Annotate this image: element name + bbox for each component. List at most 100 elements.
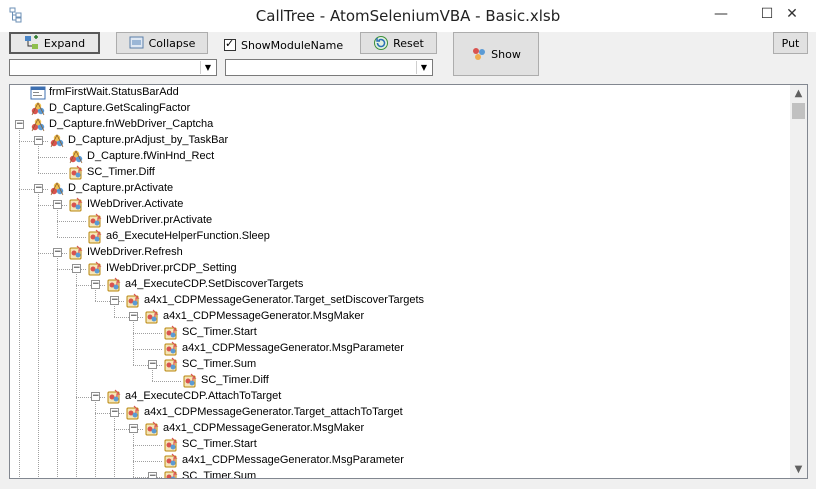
tree-node-label: IWebDriver.Activate xyxy=(87,198,184,210)
tree-node-label: D_Capture.fWinHnd_Rect xyxy=(87,150,215,162)
scroll-down-icon[interactable]: ▼ xyxy=(790,461,807,478)
tree-node-label: SC_Timer.Start xyxy=(182,438,257,450)
tree-node[interactable]: − a4x1_CDPMessageGenerator.MsgMaker xyxy=(10,309,790,325)
class-module-icon xyxy=(68,245,84,261)
tree-node[interactable]: − a4x1_CDPMessageGenerator.Target_attachT… xyxy=(10,405,790,421)
close-button[interactable]: ✕ xyxy=(768,0,816,30)
class-module-icon xyxy=(163,437,179,453)
tree-node-label: D_Capture.prActivate xyxy=(68,182,174,194)
tree-node-label: SC_Timer.Sum xyxy=(182,470,257,479)
module-filter-combo[interactable]: ▼ xyxy=(9,59,217,76)
class-module-icon xyxy=(144,421,160,437)
minimize-button[interactable]: — xyxy=(698,0,744,30)
tree-node[interactable]: SC_Timer.Diff xyxy=(10,165,790,181)
tree-node-label: SC_Timer.Diff xyxy=(201,374,269,386)
tree-node[interactable]: − D_Capture.prActivate xyxy=(10,181,790,197)
collapse-node-icon[interactable]: − xyxy=(148,472,157,478)
checkbox-checked[interactable] xyxy=(224,37,236,51)
collapse-node-icon[interactable]: − xyxy=(34,184,43,193)
tree-node[interactable]: − IWebDriver.Refresh xyxy=(10,245,790,261)
tree-node-label: a6_ExecuteHelperFunction.Sleep xyxy=(106,230,270,242)
module-icon xyxy=(49,181,65,197)
reset-button[interactable]: Reset xyxy=(360,32,437,54)
class-module-icon xyxy=(182,373,198,389)
collapse-node-icon[interactable]: − xyxy=(110,296,119,305)
tree-node[interactable]: − SC_Timer.Sum xyxy=(10,357,790,373)
tree-node[interactable]: − IWebDriver.prCDP_Setting xyxy=(10,261,790,277)
class-module-icon xyxy=(106,277,122,293)
collapse-label: Collapse xyxy=(148,36,196,50)
tree-node[interactable]: − a4_ExecuteCDP.AttachToTarget xyxy=(10,389,790,405)
tree-node-label: D_Capture.GetScalingFactor xyxy=(49,102,191,114)
tree-node-label: SC_Timer.Start xyxy=(182,326,257,338)
class-module-icon xyxy=(163,341,179,357)
tree-node[interactable]: − D_Capture.fnWebDriver_Captcha xyxy=(10,117,790,133)
tree-node[interactable]: frmFirstWait.StatusBarAdd xyxy=(10,85,790,101)
tree-node-label: D_Capture.prAdjust_by_TaskBar xyxy=(68,134,229,146)
collapse-node-icon[interactable]: − xyxy=(53,248,62,257)
expand-button[interactable]: Expand xyxy=(9,32,100,54)
tree-node-label: SC_Timer.Sum xyxy=(182,358,257,370)
class-module-icon xyxy=(106,389,122,405)
collapse-node-icon[interactable]: − xyxy=(53,200,62,209)
tree-node-label: a4x1_CDPMessageGenerator.MsgParameter xyxy=(182,342,404,354)
class-module-icon xyxy=(87,229,103,245)
tree-node[interactable]: D_Capture.GetScalingFactor xyxy=(10,101,790,117)
tree-node-label: a4x1_CDPMessageGenerator.Target_setDisco… xyxy=(144,294,425,306)
class-module-icon xyxy=(68,165,84,181)
collapse-node-icon[interactable]: − xyxy=(148,360,157,369)
chevron-down-icon[interactable]: ▼ xyxy=(416,61,431,74)
collapse-node-icon[interactable]: − xyxy=(91,280,100,289)
tree-node[interactable]: a6_ExecuteHelperFunction.Sleep xyxy=(10,229,790,245)
class-module-icon xyxy=(163,357,179,373)
show-button[interactable]: Show xyxy=(453,32,539,76)
class-module-icon xyxy=(87,213,103,229)
collapse-node-icon[interactable]: − xyxy=(129,424,138,433)
collapse-node-icon[interactable]: − xyxy=(91,392,100,401)
tree-node-label: a4x1_CDPMessageGenerator.MsgMaker xyxy=(163,422,365,434)
tree-node[interactable]: IWebDriver.prActivate xyxy=(10,213,790,229)
tree-node-label: a4_ExecuteCDP.AttachToTarget xyxy=(125,390,282,402)
tree-node[interactable]: − a4x1_CDPMessageGenerator.Target_setDisc… xyxy=(10,293,790,309)
call-tree-view[interactable]: frmFirstWait.StatusBarAdd D_Capture.GetSc… xyxy=(9,84,808,479)
tree-node-label: frmFirstWait.StatusBarAdd xyxy=(49,86,179,98)
tree-node[interactable]: − a4_ExecuteCDP.SetDiscoverTargets xyxy=(10,277,790,293)
tree-node[interactable]: SC_Timer.Start xyxy=(10,437,790,453)
class-module-icon xyxy=(125,405,141,421)
collapse-node-icon[interactable]: − xyxy=(72,264,81,273)
title-bar: CallTree - AtomSeleniumVBA - Basic.xlsb … xyxy=(0,0,816,32)
put-button[interactable]: Put xyxy=(773,32,808,54)
tree-node-label: a4_ExecuteCDP.SetDiscoverTargets xyxy=(125,278,304,290)
show-module-name-checkbox[interactable]: ShowModuleName xyxy=(224,37,343,53)
tree-node[interactable]: a4x1_CDPMessageGenerator.MsgParameter xyxy=(10,341,790,357)
reset-label: Reset xyxy=(393,36,424,50)
tree-node[interactable]: − a4x1_CDPMessageGenerator.MsgMaker xyxy=(10,421,790,437)
form-icon xyxy=(30,85,46,101)
collapse-node-icon[interactable]: − xyxy=(34,136,43,145)
collapse-node-icon[interactable]: − xyxy=(15,120,24,129)
tree-node[interactable]: D_Capture.fWinHnd_Rect xyxy=(10,149,790,165)
chevron-down-icon[interactable]: ▼ xyxy=(200,61,215,74)
vertical-scrollbar[interactable]: ▲ ▼ xyxy=(790,85,807,478)
procedure-filter-combo[interactable]: ▼ xyxy=(225,59,433,76)
tree-node[interactable]: − D_Capture.prAdjust_by_TaskBar xyxy=(10,133,790,149)
tree-node[interactable]: − SC_Timer.Sum xyxy=(10,469,790,479)
tree-node-label: a4x1_CDPMessageGenerator.MsgMaker xyxy=(163,310,365,322)
put-label: Put xyxy=(781,36,800,50)
class-module-icon xyxy=(125,293,141,309)
tree-node-label: a4x1_CDPMessageGenerator.Target_attachTo… xyxy=(144,406,403,418)
collapse-node-icon[interactable]: − xyxy=(110,408,119,417)
scroll-up-icon[interactable]: ▲ xyxy=(790,85,807,102)
tree-node[interactable]: SC_Timer.Start xyxy=(10,325,790,341)
scroll-thumb[interactable] xyxy=(792,103,805,119)
class-module-icon xyxy=(68,197,84,213)
show-module-name-label: ShowModuleName xyxy=(241,38,344,52)
collapse-button[interactable]: Collapse xyxy=(116,32,208,54)
class-module-icon xyxy=(163,453,179,469)
tree-node[interactable]: a4x1_CDPMessageGenerator.MsgParameter xyxy=(10,453,790,469)
tree-node-label: SC_Timer.Diff xyxy=(87,166,155,178)
tree-node[interactable]: − IWebDriver.Activate xyxy=(10,197,790,213)
tree-node[interactable]: SC_Timer.Diff xyxy=(10,373,790,389)
tree-node-label: IWebDriver.Refresh xyxy=(87,246,183,258)
collapse-node-icon[interactable]: − xyxy=(129,312,138,321)
